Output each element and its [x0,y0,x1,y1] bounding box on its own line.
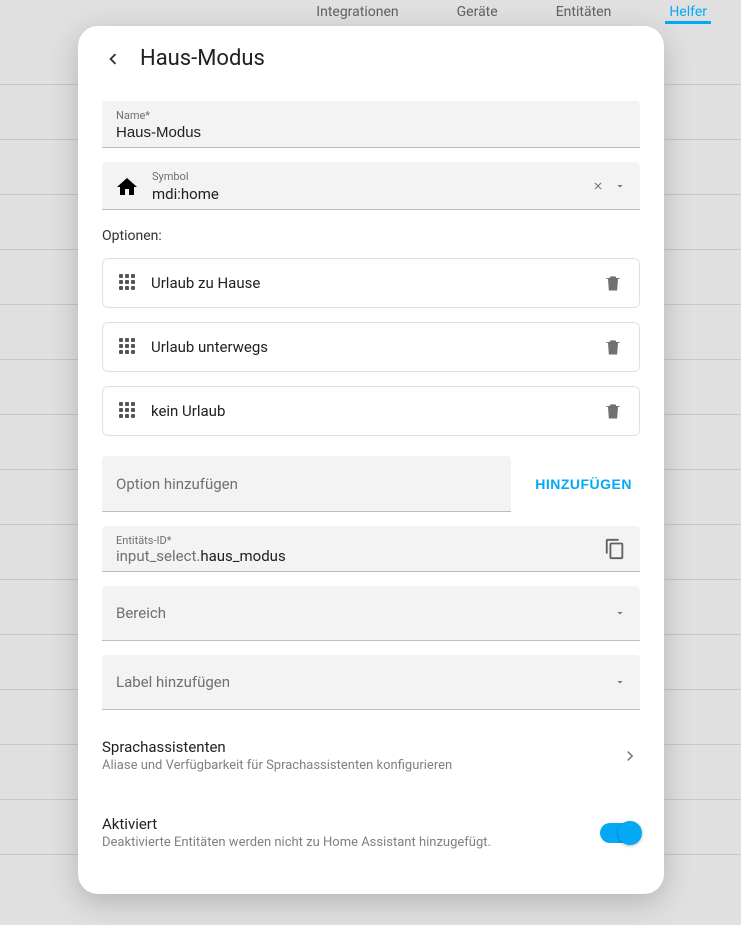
background-tabs: Integrationen Geräte Entitäten Helfer [0,0,741,24]
option-row[interactable]: Urlaub zu Hause [102,258,640,308]
enabled-sub: Deaktivierte Entitäten werden nicht zu H… [102,835,588,850]
enabled-toggle[interactable] [600,823,640,843]
drag-handle-icon[interactable] [119,274,137,292]
tab-helpers[interactable]: Helfer [665,2,711,24]
add-option-button[interactable]: HINZUFÜGEN [527,456,640,512]
chevron-right-icon [620,746,640,766]
option-row[interactable]: Urlaub unterwegs [102,322,640,372]
copy-icon[interactable] [604,538,626,560]
entity-id-label: Entitäts-ID* [116,534,592,547]
back-button[interactable] [102,48,124,70]
chevron-down-icon [614,676,626,688]
name-field[interactable]: Name* [102,101,640,148]
delete-option-button[interactable] [603,273,623,293]
area-select[interactable]: Bereich [102,586,640,641]
add-option-field[interactable]: Option hinzufügen [102,456,511,512]
option-label: Urlaub unterwegs [151,338,589,356]
voice-sub: Aliase und Verfügbarkeit für Sprachassis… [102,758,608,773]
add-option-row: Option hinzufügen HINZUFÜGEN [102,456,640,512]
enabled-title: Aktiviert [102,815,588,833]
options-section-label: Optionen: [102,228,640,244]
area-placeholder: Bereich [116,604,166,622]
helper-edit-dialog: Haus-Modus Name* Symbol mdi:home [78,26,664,894]
tab-integrations[interactable]: Integrationen [312,2,402,24]
name-input[interactable] [116,122,626,141]
option-row[interactable]: kein Urlaub [102,386,640,436]
name-label: Name* [116,109,626,122]
dialog-header: Haus-Modus [78,26,664,81]
drag-handle-icon[interactable] [119,402,137,420]
icon-value: mdi:home [152,183,580,203]
dropdown-icon[interactable] [614,176,626,197]
option-label: kein Urlaub [151,402,589,420]
tab-entities[interactable]: Entitäten [552,2,616,24]
voice-title: Sprachassistenten [102,738,608,756]
home-icon [114,174,140,200]
dialog-title: Haus-Modus [140,46,265,71]
enabled-item: Aktiviert Deaktivierte Entitäten werden … [102,801,640,864]
option-label: Urlaub zu Hause [151,274,589,292]
delete-option-button[interactable] [603,337,623,357]
delete-option-button[interactable] [603,401,623,421]
entity-id-value: input_select.haus_modus [116,547,592,565]
icon-label: Symbol [152,170,580,183]
label-placeholder: Label hinzufügen [116,673,230,691]
add-option-placeholder: Option hinzufügen [116,475,238,493]
chevron-down-icon [614,607,626,619]
icon-field[interactable]: Symbol mdi:home [102,162,640,210]
entity-id-field[interactable]: Entitäts-ID* input_select.haus_modus [102,526,640,572]
drag-handle-icon[interactable] [119,338,137,356]
voice-assistants-item[interactable]: Sprachassistenten Aliase und Verfügbarke… [102,724,640,787]
tab-devices[interactable]: Geräte [453,2,502,24]
label-select[interactable]: Label hinzufügen [102,655,640,710]
clear-icon-button[interactable] [592,176,604,197]
dialog-scroll[interactable]: Name* Symbol mdi:home [78,81,664,894]
